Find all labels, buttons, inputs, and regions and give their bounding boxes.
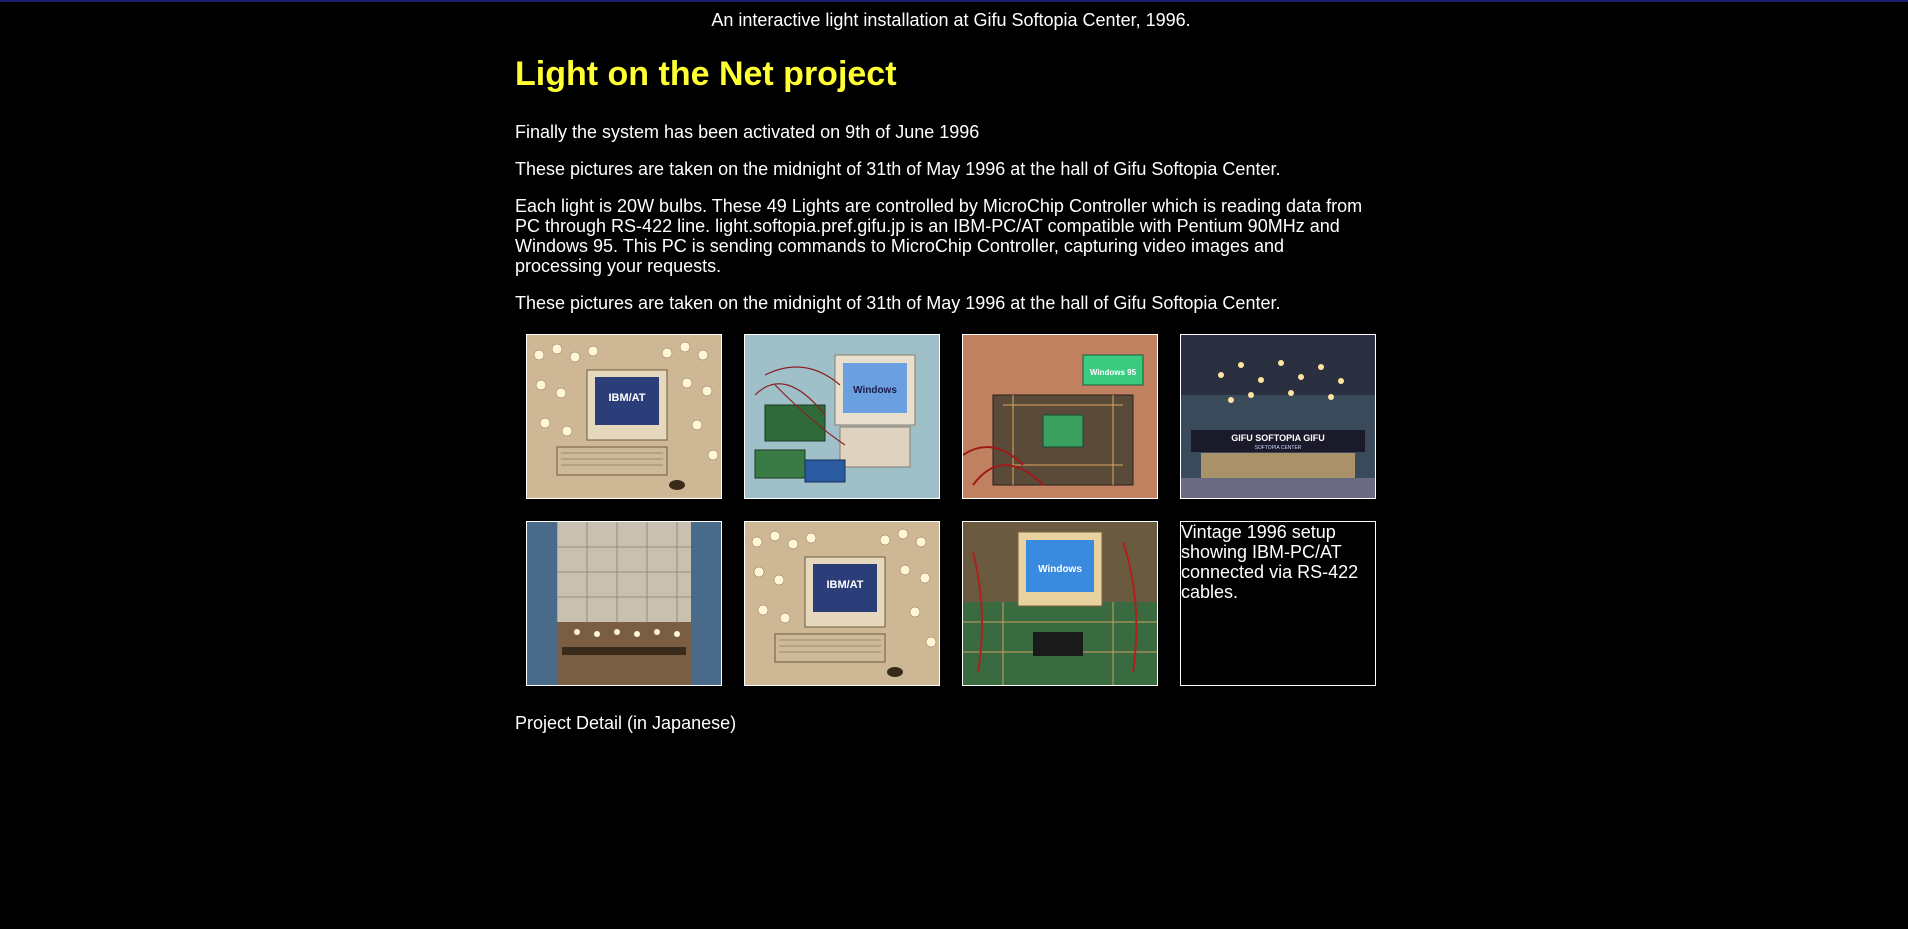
photo-softopia-center-building[interactable]: GIFU SOFTOPIA GIFU SOFTOPIA CENTER xyxy=(1180,334,1376,499)
ibm-at-label-repeat: IBM/AT xyxy=(826,579,863,591)
windows-label-repeat: Windows xyxy=(1038,564,1082,575)
page-title: Light on the Net project xyxy=(515,55,897,93)
pictures-paragraph-repeat: These pictures are taken on the midnight… xyxy=(515,293,1281,313)
system-description-paragraph: Each light is 20W bulbs. These 49 Lights… xyxy=(515,196,1363,276)
top-border xyxy=(0,0,1908,2)
windows95-label: Windows 95 xyxy=(1090,368,1137,377)
softopia-sign: GIFU SOFTOPIA GIFU xyxy=(1231,433,1325,443)
main-content: Light on the Net project Finally the sys… xyxy=(515,50,1376,734)
project-detail-link[interactable]: Project Detail (in Japanese) xyxy=(515,713,1375,734)
photo-windows-monitor-on-board[interactable]: Windows xyxy=(962,521,1158,686)
gallery-caption: Vintage 1996 setup showing IBM-PC/AT con… xyxy=(1180,521,1376,686)
photo-hall-with-hanging-lights[interactable] xyxy=(526,521,722,686)
softopia-sub-sign: SOFTOPIA CENTER xyxy=(1255,445,1302,451)
photo-ibm-at-with-bulbs[interactable]: IBM/AT xyxy=(526,334,722,499)
photo-windows-pc-with-boards[interactable]: Windows xyxy=(744,334,940,499)
pictures-paragraph: These pictures are taken on the midnight… xyxy=(515,159,1281,179)
photo-ibm-at-with-bulbs-repeat[interactable]: IBM/AT xyxy=(744,521,940,686)
ibm-at-label: IBM/AT xyxy=(608,392,645,404)
photo-gallery: IBM/AT Windows Windows 95 GIFU SOFTOPIA … xyxy=(526,334,1376,686)
page-tagline: An interactive light installation at Gif… xyxy=(711,10,1191,30)
activation-paragraph: Finally the system has been activated on… xyxy=(515,122,980,142)
windows-label: Windows xyxy=(853,385,897,396)
photo-windows95-circuit-board[interactable]: Windows 95 xyxy=(962,334,1158,499)
